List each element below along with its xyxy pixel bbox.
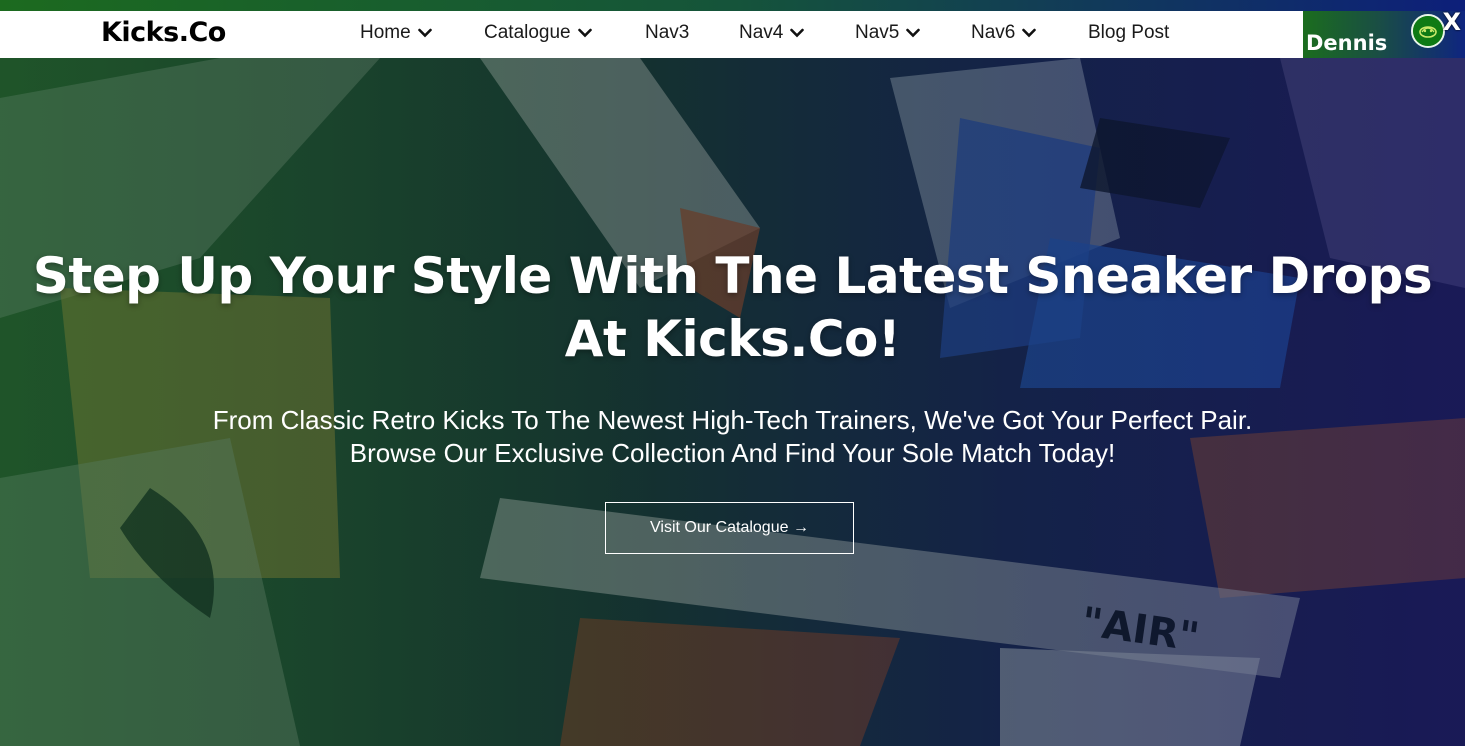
chevron-down-icon [417, 22, 432, 44]
nav-item-label: Blog Post [1088, 22, 1170, 43]
hero-title: Step Up Your Style With The Latest Sneak… [32, 247, 1433, 368]
user-name: Dennis [1306, 31, 1388, 55]
nav-item-label: Nav4 [739, 22, 784, 43]
nav-item-nav3[interactable]: Nav3 [645, 22, 689, 44]
nav-item-label: Catalogue [484, 22, 571, 43]
nav-item-home[interactable]: Home [360, 22, 432, 44]
chevron-down-icon [1022, 22, 1037, 44]
nav-item-label: Home [360, 22, 411, 43]
nav-item-nav5[interactable]: Nav5 [855, 22, 921, 44]
nav-item-nav4[interactable]: Nav4 [739, 22, 805, 44]
nav-item-blog-post[interactable]: Blog Post [1088, 22, 1169, 44]
brand-logo[interactable]: Kicks.Co [101, 17, 226, 48]
nav-item-label: Nav3 [645, 22, 690, 43]
close-icon[interactable]: X [1442, 8, 1461, 36]
nav-item-catalogue[interactable]: Catalogue [484, 22, 592, 44]
chevron-down-icon [906, 22, 921, 44]
hero-subtitle-line2: Browse Our Exclusive Collection And Find… [349, 438, 1116, 468]
navbar: Kicks.Co Home Catalogue Nav3 Nav4 Nav5 N… [0, 8, 1465, 58]
chevron-down-icon [790, 22, 805, 44]
hero-section: "AIR" Step Up Your Style With The Latest… [0, 58, 1465, 746]
visit-catalogue-button[interactable]: Visit Our Catalogue → [605, 502, 854, 554]
avatar-icon[interactable] [1411, 14, 1445, 48]
nav-item-label: Nav5 [855, 22, 900, 43]
nav-item-nav6[interactable]: Nav6 [971, 22, 1037, 44]
user-panel[interactable]: Dennis X [1303, 8, 1465, 58]
hero-subtitle-line1: From Classic Retro Kicks To The Newest H… [212, 405, 1253, 435]
chevron-down-icon [577, 22, 592, 44]
hero-subtitle: From Classic Retro Kicks To The Newest H… [120, 404, 1345, 470]
hero-content: Step Up Your Style With The Latest Sneak… [0, 58, 1465, 746]
nav-item-label: Nav6 [971, 22, 1016, 43]
top-accent-strip [0, 0, 1465, 11]
